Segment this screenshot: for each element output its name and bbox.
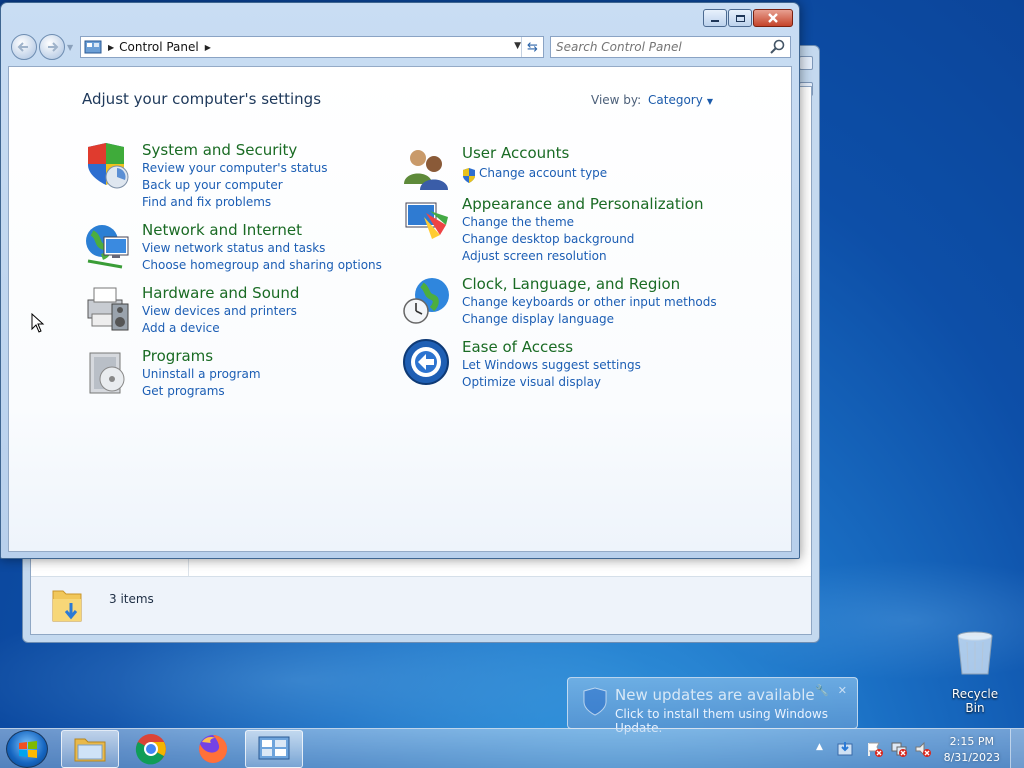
refresh-button[interactable]: ⇆ xyxy=(521,37,543,57)
link-devices-printers[interactable]: View devices and printers xyxy=(142,304,297,318)
show-desktop-button[interactable] xyxy=(1010,729,1024,768)
printer-icon[interactable] xyxy=(82,284,132,334)
control-panel-icon xyxy=(258,736,290,760)
link-homegroup-sharing[interactable]: Choose homegroup and sharing options xyxy=(142,258,382,272)
windows-update-tray-icon[interactable] xyxy=(836,740,854,758)
windows-update-shield-icon xyxy=(583,687,607,716)
folder-download-icon xyxy=(52,590,82,622)
address-bar[interactable]: ▶ Control Panel ▶ ▼ ⇆ xyxy=(80,36,544,58)
minimize-button[interactable] xyxy=(703,9,727,27)
action-center-icon[interactable] xyxy=(866,740,884,758)
notification-settings-icon[interactable]: 🔧 xyxy=(815,684,829,697)
link-uninstall-program[interactable]: Uninstall a program xyxy=(142,367,261,381)
search-icon[interactable] xyxy=(769,38,787,56)
network-globe-icon[interactable] xyxy=(82,221,132,271)
link-add-device[interactable]: Add a device xyxy=(142,321,220,335)
category-title[interactable]: Ease of Access xyxy=(462,338,573,356)
category-title[interactable]: User Accounts xyxy=(462,144,569,162)
control-panel-content: Adjust your computer's settings View by:… xyxy=(8,66,792,552)
details-pane: 3 items xyxy=(31,576,811,634)
dropdown-triangle-icon: ▼ xyxy=(706,97,713,106)
link-optimize-visual-display[interactable]: Optimize visual display xyxy=(462,375,601,389)
link-backup[interactable]: Back up your computer xyxy=(142,178,283,192)
folder-icon xyxy=(74,738,106,762)
recycle-bin[interactable]: Recycle Bin xyxy=(942,630,1008,715)
clock-globe-icon[interactable] xyxy=(402,275,452,325)
clock-time: 2:15 PM xyxy=(949,735,994,748)
maximize-button[interactable] xyxy=(728,9,752,27)
notification-title: New updates are available xyxy=(615,686,815,704)
address-history-chevron-icon[interactable]: ▼ xyxy=(514,41,521,51)
category-title[interactable]: Appearance and Personalization xyxy=(462,195,704,213)
recycle-bin-icon xyxy=(957,631,993,675)
breadcrumb-control-panel[interactable]: Control Panel xyxy=(119,40,199,54)
mouse-cursor-icon xyxy=(31,313,45,333)
link-network-status[interactable]: View network status and tasks xyxy=(142,241,325,255)
start-button[interactable] xyxy=(6,730,48,768)
category-title[interactable]: Network and Internet xyxy=(142,221,302,239)
windows-logo-icon xyxy=(19,741,37,758)
close-icon xyxy=(768,13,778,23)
chrome-icon xyxy=(135,734,166,765)
category-title[interactable]: Clock, Language, and Region xyxy=(462,275,680,293)
maximize-icon xyxy=(735,14,745,22)
uac-shield-icon xyxy=(463,168,475,183)
forward-button[interactable] xyxy=(39,34,65,60)
link-desktop-background[interactable]: Change desktop background xyxy=(462,232,634,246)
breadcrumb-separator-icon[interactable]: ▶ xyxy=(108,43,114,52)
taskbar-google-chrome[interactable] xyxy=(122,730,180,768)
user-accounts-icon[interactable] xyxy=(402,144,452,194)
link-display-language[interactable]: Change display language xyxy=(462,312,614,326)
firefox-icon xyxy=(199,734,228,763)
volume-tray-icon[interactable] xyxy=(914,740,932,758)
notification-close-icon[interactable]: ✕ xyxy=(838,684,847,697)
programs-icon[interactable] xyxy=(82,347,132,397)
category-title[interactable]: Hardware and Sound xyxy=(142,284,299,302)
back-button[interactable] xyxy=(11,34,37,60)
shield-icon[interactable] xyxy=(82,141,132,191)
category-title[interactable]: System and Security xyxy=(142,141,297,159)
view-by-label: View by: xyxy=(591,93,642,107)
link-screen-resolution[interactable]: Adjust screen resolution xyxy=(462,249,607,263)
appearance-icon[interactable] xyxy=(402,195,452,245)
refresh-icon: ⇆ xyxy=(527,39,538,55)
category-title[interactable]: Programs xyxy=(142,347,213,365)
taskbar-firefox[interactable] xyxy=(184,730,242,768)
link-change-theme[interactable]: Change the theme xyxy=(462,215,574,229)
breadcrumb-separator-icon[interactable]: ▶ xyxy=(205,43,211,52)
control-panel-icon xyxy=(84,40,102,54)
link-get-programs[interactable]: Get programs xyxy=(142,384,225,398)
link-windows-suggest-settings[interactable]: Let Windows suggest settings xyxy=(462,358,641,372)
ease-of-access-icon[interactable] xyxy=(402,338,452,388)
update-notification[interactable]: New updates are available Click to insta… xyxy=(567,677,858,735)
link-review-status[interactable]: Review your computer's status xyxy=(142,161,328,175)
background-window-button[interactable] xyxy=(799,56,813,70)
close-button[interactable] xyxy=(753,9,793,27)
recent-pages-chevron-icon[interactable]: ▼ xyxy=(67,43,73,52)
taskbar-clock[interactable]: 2:15 PM 8/31/2023 xyxy=(944,734,1000,766)
taskbar-control-panel[interactable] xyxy=(245,730,303,768)
link-change-account-type[interactable]: Change account type xyxy=(479,166,607,180)
taskbar: ▲ 2:15 PM 8/31/2023 xyxy=(0,728,1024,768)
clock-date: 8/31/2023 xyxy=(943,751,1000,764)
view-by-dropdown[interactable]: Category ▼ xyxy=(648,93,713,107)
search-box[interactable] xyxy=(550,36,791,58)
page-title: Adjust your computer's settings xyxy=(82,90,322,108)
back-arrow-icon xyxy=(17,42,28,52)
minimize-icon xyxy=(711,20,719,22)
network-tray-icon[interactable] xyxy=(890,740,908,758)
view-by-value: Category xyxy=(648,93,703,107)
address-bar-row: ▼ ▶ Control Panel ▶ ▼ ⇆ xyxy=(9,33,791,61)
control-panel-window[interactable]: ▼ ▶ Control Panel ▶ ▼ ⇆ Adjust your comp… xyxy=(0,2,800,559)
link-find-fix-problems[interactable]: Find and fix problems xyxy=(142,195,271,209)
show-hidden-icons-icon[interactable]: ▲ xyxy=(816,742,823,752)
taskbar-windows-explorer[interactable] xyxy=(61,730,119,768)
window-caption-buttons xyxy=(703,9,793,27)
system-tray: ▲ 2:15 PM 8/31/2023 xyxy=(812,729,1024,768)
forward-arrow-icon xyxy=(48,42,59,52)
recycle-bin-label: Recycle Bin xyxy=(951,687,999,715)
link-change-keyboards[interactable]: Change keyboards or other input methods xyxy=(462,295,717,309)
items-count: 3 items xyxy=(109,592,154,606)
search-input[interactable] xyxy=(551,40,769,54)
